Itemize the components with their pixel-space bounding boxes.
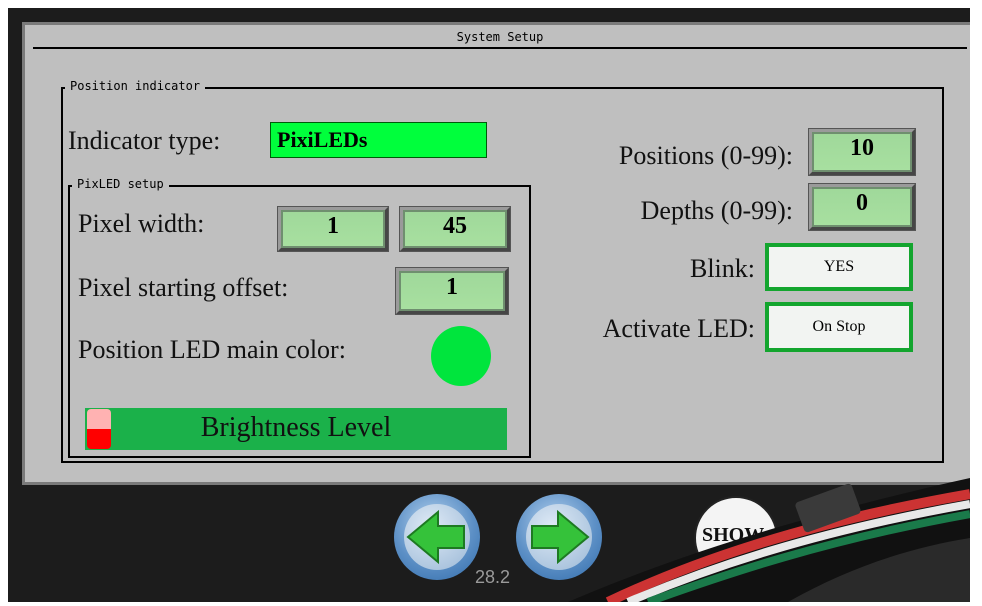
led-strip-cable-photo bbox=[568, 478, 970, 602]
hmi-frame: System Setup Position indicator Indicato… bbox=[8, 8, 970, 602]
